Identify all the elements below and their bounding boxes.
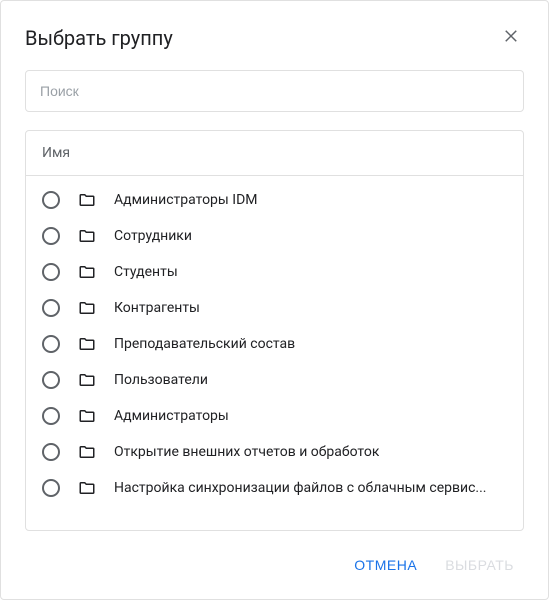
folder-icon <box>78 263 96 281</box>
item-label: Сотрудники <box>114 228 192 244</box>
list-item[interactable]: Настройка синхронизации файлов с облачны… <box>26 470 523 506</box>
item-label: Администраторы IDM <box>114 192 257 208</box>
close-button[interactable] <box>498 23 524 52</box>
radio-icon[interactable] <box>42 407 60 425</box>
group-list[interactable]: Администраторы IDM Сотрудники Студенты Конт… <box>26 176 523 530</box>
group-list-container: Имя Администраторы IDM Сотрудники Студенты… <box>25 130 524 531</box>
list-item[interactable]: Пользователи <box>26 362 523 398</box>
list-item[interactable]: Администраторы IDM <box>26 182 523 218</box>
item-label: Открытие внешних отчетов и обработок <box>114 444 379 460</box>
dialog-title: Выбрать группу <box>25 26 173 50</box>
list-item[interactable]: Сотрудники <box>26 218 523 254</box>
item-label: Пользователи <box>114 372 208 388</box>
radio-icon[interactable] <box>42 479 60 497</box>
item-label: Настройка синхронизации файлов с облачны… <box>114 480 487 496</box>
radio-icon[interactable] <box>42 299 60 317</box>
radio-icon[interactable] <box>42 191 60 209</box>
list-item[interactable]: Открытие внешних отчетов и обработок <box>26 434 523 470</box>
item-label: Контрагенты <box>114 300 200 316</box>
search-input[interactable] <box>25 70 524 112</box>
folder-icon <box>78 191 96 209</box>
close-icon <box>502 27 520 48</box>
folder-icon <box>78 299 96 317</box>
item-label: Администраторы <box>114 408 229 424</box>
item-label: Студенты <box>114 264 178 280</box>
folder-icon <box>78 443 96 461</box>
folder-icon <box>78 335 96 353</box>
radio-icon[interactable] <box>42 443 60 461</box>
radio-icon[interactable] <box>42 371 60 389</box>
list-header-name: Имя <box>26 131 523 176</box>
radio-icon[interactable] <box>42 227 60 245</box>
radio-icon[interactable] <box>42 335 60 353</box>
folder-icon <box>78 371 96 389</box>
list-item[interactable]: Студенты <box>26 254 523 290</box>
search-container <box>1 70 548 130</box>
radio-icon[interactable] <box>42 263 60 281</box>
list-item[interactable]: Администраторы <box>26 398 523 434</box>
folder-icon <box>78 479 96 497</box>
select-button[interactable]: ВЫБРАТЬ <box>435 549 524 581</box>
folder-icon <box>78 407 96 425</box>
cancel-button[interactable]: ОТМЕНА <box>344 549 427 581</box>
folder-icon <box>78 227 96 245</box>
dialog-footer: ОТМЕНА ВЫБРАТЬ <box>1 531 548 599</box>
dialog-header: Выбрать группу <box>1 1 548 70</box>
list-item[interactable]: Контрагенты <box>26 290 523 326</box>
select-group-dialog: Выбрать группу Имя Администраторы IDM Сот… <box>0 0 549 600</box>
list-item[interactable]: Преподавательский состав <box>26 326 523 362</box>
item-label: Преподавательский состав <box>114 336 295 352</box>
